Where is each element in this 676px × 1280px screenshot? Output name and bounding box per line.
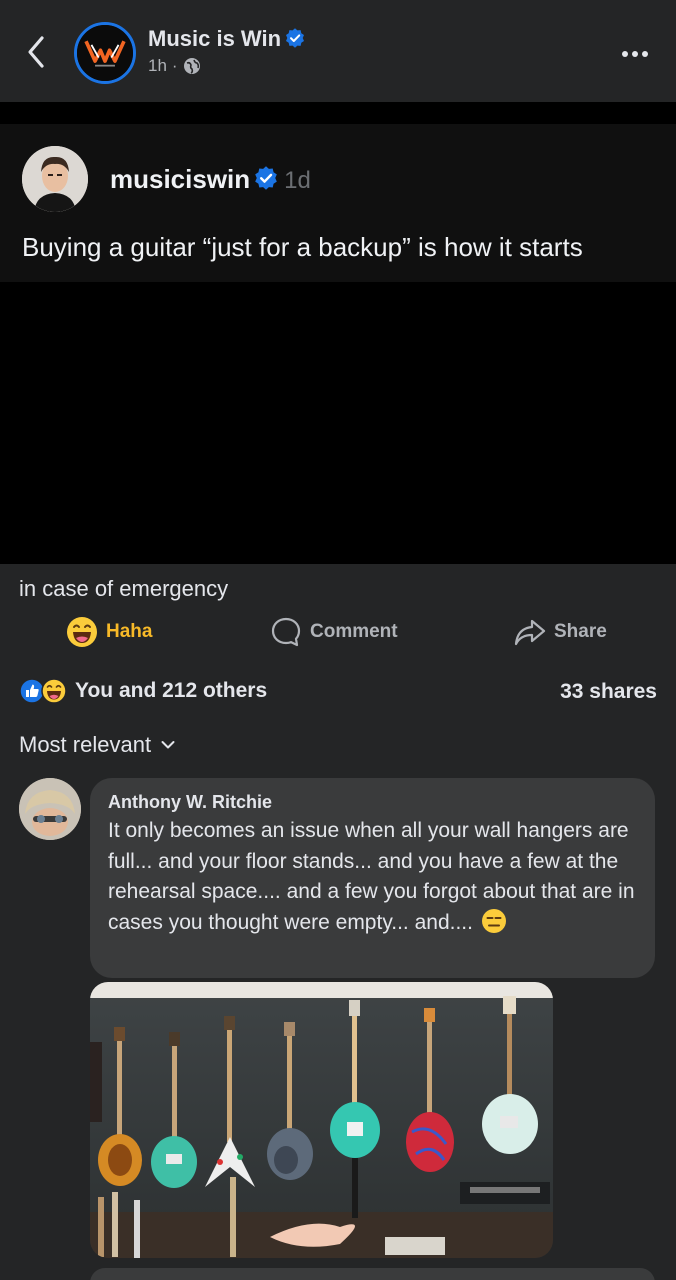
avatar-photo (22, 146, 88, 212)
comment-photo[interactable] (90, 982, 553, 1258)
shared-username-text: musiciswin (110, 164, 251, 194)
reaction-label: Haha (106, 621, 153, 642)
shares-count[interactable]: 33 shares (560, 680, 657, 704)
share-arrow-icon (514, 619, 546, 646)
haha-reaction-icon (41, 678, 67, 704)
page-avatar[interactable] (74, 22, 136, 84)
next-comment-bubble[interactable] (90, 1268, 655, 1280)
avatar-photo (19, 778, 81, 840)
post-meta: 1h · (148, 56, 201, 76)
comment-label: Comment (310, 621, 398, 642)
share-button[interactable]: Share (514, 610, 607, 654)
page-logo (77, 25, 133, 81)
page-name-text: Music is Win (148, 26, 282, 51)
post-header: Music is Win 1h · (0, 0, 676, 102)
back-button[interactable] (22, 32, 50, 72)
divider (0, 102, 676, 124)
comment-bubble-icon (271, 617, 301, 647)
shared-post-card[interactable]: musiciswin 1d Buying a guitar “just for a… (0, 124, 676, 282)
more-horizontal-icon (622, 51, 628, 57)
meta-separator: · (171, 56, 178, 75)
sort-label: Most relevant (19, 732, 152, 757)
guitar-wall-photo (90, 982, 553, 1258)
action-bar: Haha Comment Share (0, 610, 676, 654)
chevron-down-icon (161, 741, 175, 749)
globe-icon (183, 58, 200, 74)
expressionless-emoji-icon (481, 908, 506, 933)
chevron-left-icon (28, 36, 44, 68)
reactions-count-text: You and 212 others (75, 679, 268, 702)
share-label: Share (554, 621, 607, 642)
shared-post-media[interactable] (0, 282, 676, 564)
shared-post-text: Buying a guitar “just for a backup” is h… (22, 232, 583, 262)
dot (642, 51, 648, 57)
comment-author[interactable]: Anthony W. Ritchie (108, 792, 272, 813)
post-time: 1h (148, 56, 167, 75)
shared-user-avatar[interactable] (22, 146, 88, 212)
haha-emoji-icon (67, 617, 97, 647)
comment-bubble[interactable]: Anthony W. Ritchie It only becomes an is… (90, 778, 655, 978)
dot (632, 51, 638, 57)
commenter-avatar[interactable] (19, 778, 81, 840)
page-name[interactable]: Music is Win (148, 26, 305, 52)
reactions-summary[interactable]: You and 212 others (19, 678, 267, 704)
shared-username[interactable]: musiciswin 1d (110, 164, 311, 195)
verified-badge-icon (255, 166, 277, 190)
post-caption: in case of emergency (19, 576, 229, 601)
comment-sort-dropdown[interactable]: Most relevant (19, 732, 175, 758)
shared-post-time: 1d (284, 167, 311, 194)
reaction-icons (19, 678, 67, 704)
comment-text-wrap: It only becomes an issue when all your w… (108, 816, 643, 938)
comment-text: It only becomes an issue when all your w… (108, 819, 635, 934)
more-options-button[interactable] (622, 44, 656, 58)
comment-button[interactable]: Comment (270, 610, 398, 654)
verified-badge-icon (286, 28, 305, 48)
reaction-button[interactable]: Haha (66, 610, 152, 654)
